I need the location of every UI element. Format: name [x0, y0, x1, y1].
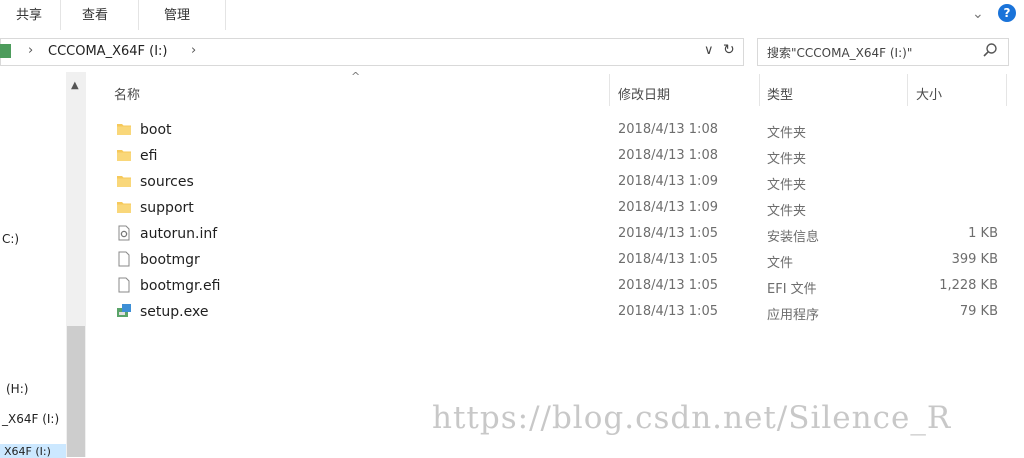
- column-header-name[interactable]: 名称: [114, 84, 140, 103]
- tab-share[interactable]: 共享: [16, 4, 42, 23]
- tab-view[interactable]: 查看: [82, 4, 108, 23]
- file-icon: [118, 277, 130, 293]
- search-placeholder[interactable]: 搜索"CCCOMA_X64F (I:)": [767, 44, 912, 61]
- file-icon: [118, 251, 130, 267]
- expand-ribbon-chevron-icon[interactable]: ⌄: [972, 6, 984, 22]
- nav-item-drive-h[interactable]: (H:): [6, 382, 28, 396]
- column-divider[interactable]: [907, 74, 908, 106]
- nav-item-drive-i-selected[interactable]: X64F (I:): [4, 445, 51, 458]
- address-history-dropdown-icon[interactable]: ∨: [704, 43, 714, 58]
- ribbon-divider: [60, 0, 61, 30]
- file-row[interactable]: sources 2018/4/13 1:09 文件夹: [110, 169, 1010, 195]
- file-type: 安装信息: [767, 230, 820, 245]
- folder-icon: [117, 202, 131, 213]
- column-header-date[interactable]: 修改日期: [618, 84, 670, 103]
- file-row[interactable]: support 2018/4/13 1:09 文件夹: [110, 195, 1010, 221]
- file-row[interactable]: bootmgr.efi 2018/4/13 1:05 EFI 文件 1,228 …: [110, 273, 1010, 299]
- column-header-type[interactable]: 类型: [767, 84, 793, 103]
- file-row[interactable]: setup.exe 2018/4/13 1:05 应用程序 79 KB: [110, 299, 1010, 325]
- ribbon-divider: [225, 0, 226, 30]
- search-icon[interactable]: [982, 42, 998, 58]
- address-bar[interactable]: › CCCOMA_X64F (I:) › ∨ ↻: [0, 38, 744, 66]
- folder-icon: [117, 176, 131, 187]
- file-date: 2018/4/13 1:05: [618, 226, 718, 241]
- breadcrumb-drive[interactable]: CCCOMA_X64F (I:): [48, 44, 168, 59]
- scroll-up-arrow-icon[interactable]: ▲: [71, 80, 79, 91]
- file-type: 文件夹: [767, 126, 807, 141]
- file-date: 2018/4/13 1:05: [618, 252, 718, 267]
- tab-manage[interactable]: 管理: [164, 4, 190, 23]
- file-date: 2018/4/13 1:05: [618, 278, 718, 293]
- file-date: 2018/4/13 1:09: [618, 200, 718, 215]
- file-size: 79 KB: [959, 304, 998, 319]
- file-size: 399 KB: [951, 252, 998, 267]
- file-row[interactable]: efi 2018/4/13 1:08 文件夹: [110, 143, 1010, 169]
- file-size: 1,228 KB: [939, 278, 998, 293]
- setup-app-icon: [117, 304, 131, 317]
- file-name[interactable]: bootmgr: [140, 252, 200, 268]
- file-name[interactable]: autorun.inf: [140, 226, 217, 242]
- file-type: 应用程序: [767, 308, 820, 323]
- file-name[interactable]: setup.exe: [140, 304, 208, 320]
- file-type: 文件夹: [767, 178, 807, 193]
- watermark-text: https://blog.csdn.net/Silence_R: [432, 400, 952, 436]
- file-date: 2018/4/13 1:09: [618, 174, 718, 189]
- file-row[interactable]: autorun.inf 2018/4/13 1:05 安装信息 1 KB: [110, 221, 1010, 247]
- this-pc-icon: [0, 44, 11, 58]
- file-name[interactable]: bootmgr.efi: [140, 278, 220, 294]
- file-row[interactable]: bootmgr 2018/4/13 1:05 文件 399 KB: [110, 247, 1010, 273]
- file-name[interactable]: boot: [140, 122, 172, 138]
- file-type: 文件: [767, 256, 794, 271]
- search-box[interactable]: 搜索"CCCOMA_X64F (I:)": [757, 38, 1009, 66]
- breadcrumb-separator[interactable]: ›: [28, 43, 33, 58]
- file-size: 1 KB: [968, 226, 998, 241]
- file-name[interactable]: sources: [140, 174, 194, 190]
- column-header-size[interactable]: 大小: [916, 84, 942, 103]
- address-row: › CCCOMA_X64F (I:) › ∨ ↻ 搜索"CCCOMA_X64F …: [0, 36, 1024, 68]
- help-icon[interactable]: ?: [998, 4, 1016, 22]
- refresh-icon[interactable]: ↻: [723, 42, 735, 58]
- file-row[interactable]: boot 2018/4/13 1:08 文件夹: [110, 117, 1010, 143]
- folder-icon: [117, 150, 131, 161]
- settings-file-icon: [118, 225, 130, 241]
- file-date: 2018/4/13 1:08: [618, 122, 718, 137]
- file-type: EFI 文件: [767, 282, 817, 297]
- file-date: 2018/4/13 1:05: [618, 304, 718, 319]
- file-name[interactable]: efi: [140, 148, 157, 164]
- breadcrumb-separator[interactable]: ›: [191, 43, 196, 58]
- file-name[interactable]: support: [140, 200, 194, 216]
- column-divider[interactable]: [609, 74, 610, 106]
- sort-ascending-icon: ^: [351, 70, 361, 83]
- column-divider[interactable]: [759, 74, 760, 106]
- file-type: 文件夹: [767, 152, 807, 167]
- folder-icon: [117, 124, 131, 135]
- ribbon: 共享 查看 管理 ⌄ ?: [0, 0, 1024, 30]
- ribbon-divider: [138, 0, 139, 30]
- nav-item-drive-c[interactable]: C:): [2, 232, 19, 246]
- nav-scrollbar-thumb[interactable]: [67, 326, 85, 457]
- file-type: 文件夹: [767, 204, 807, 219]
- file-date: 2018/4/13 1:08: [618, 148, 718, 163]
- column-divider[interactable]: [1006, 74, 1007, 106]
- nav-item-drive-i[interactable]: _X64F (I:): [2, 412, 59, 426]
